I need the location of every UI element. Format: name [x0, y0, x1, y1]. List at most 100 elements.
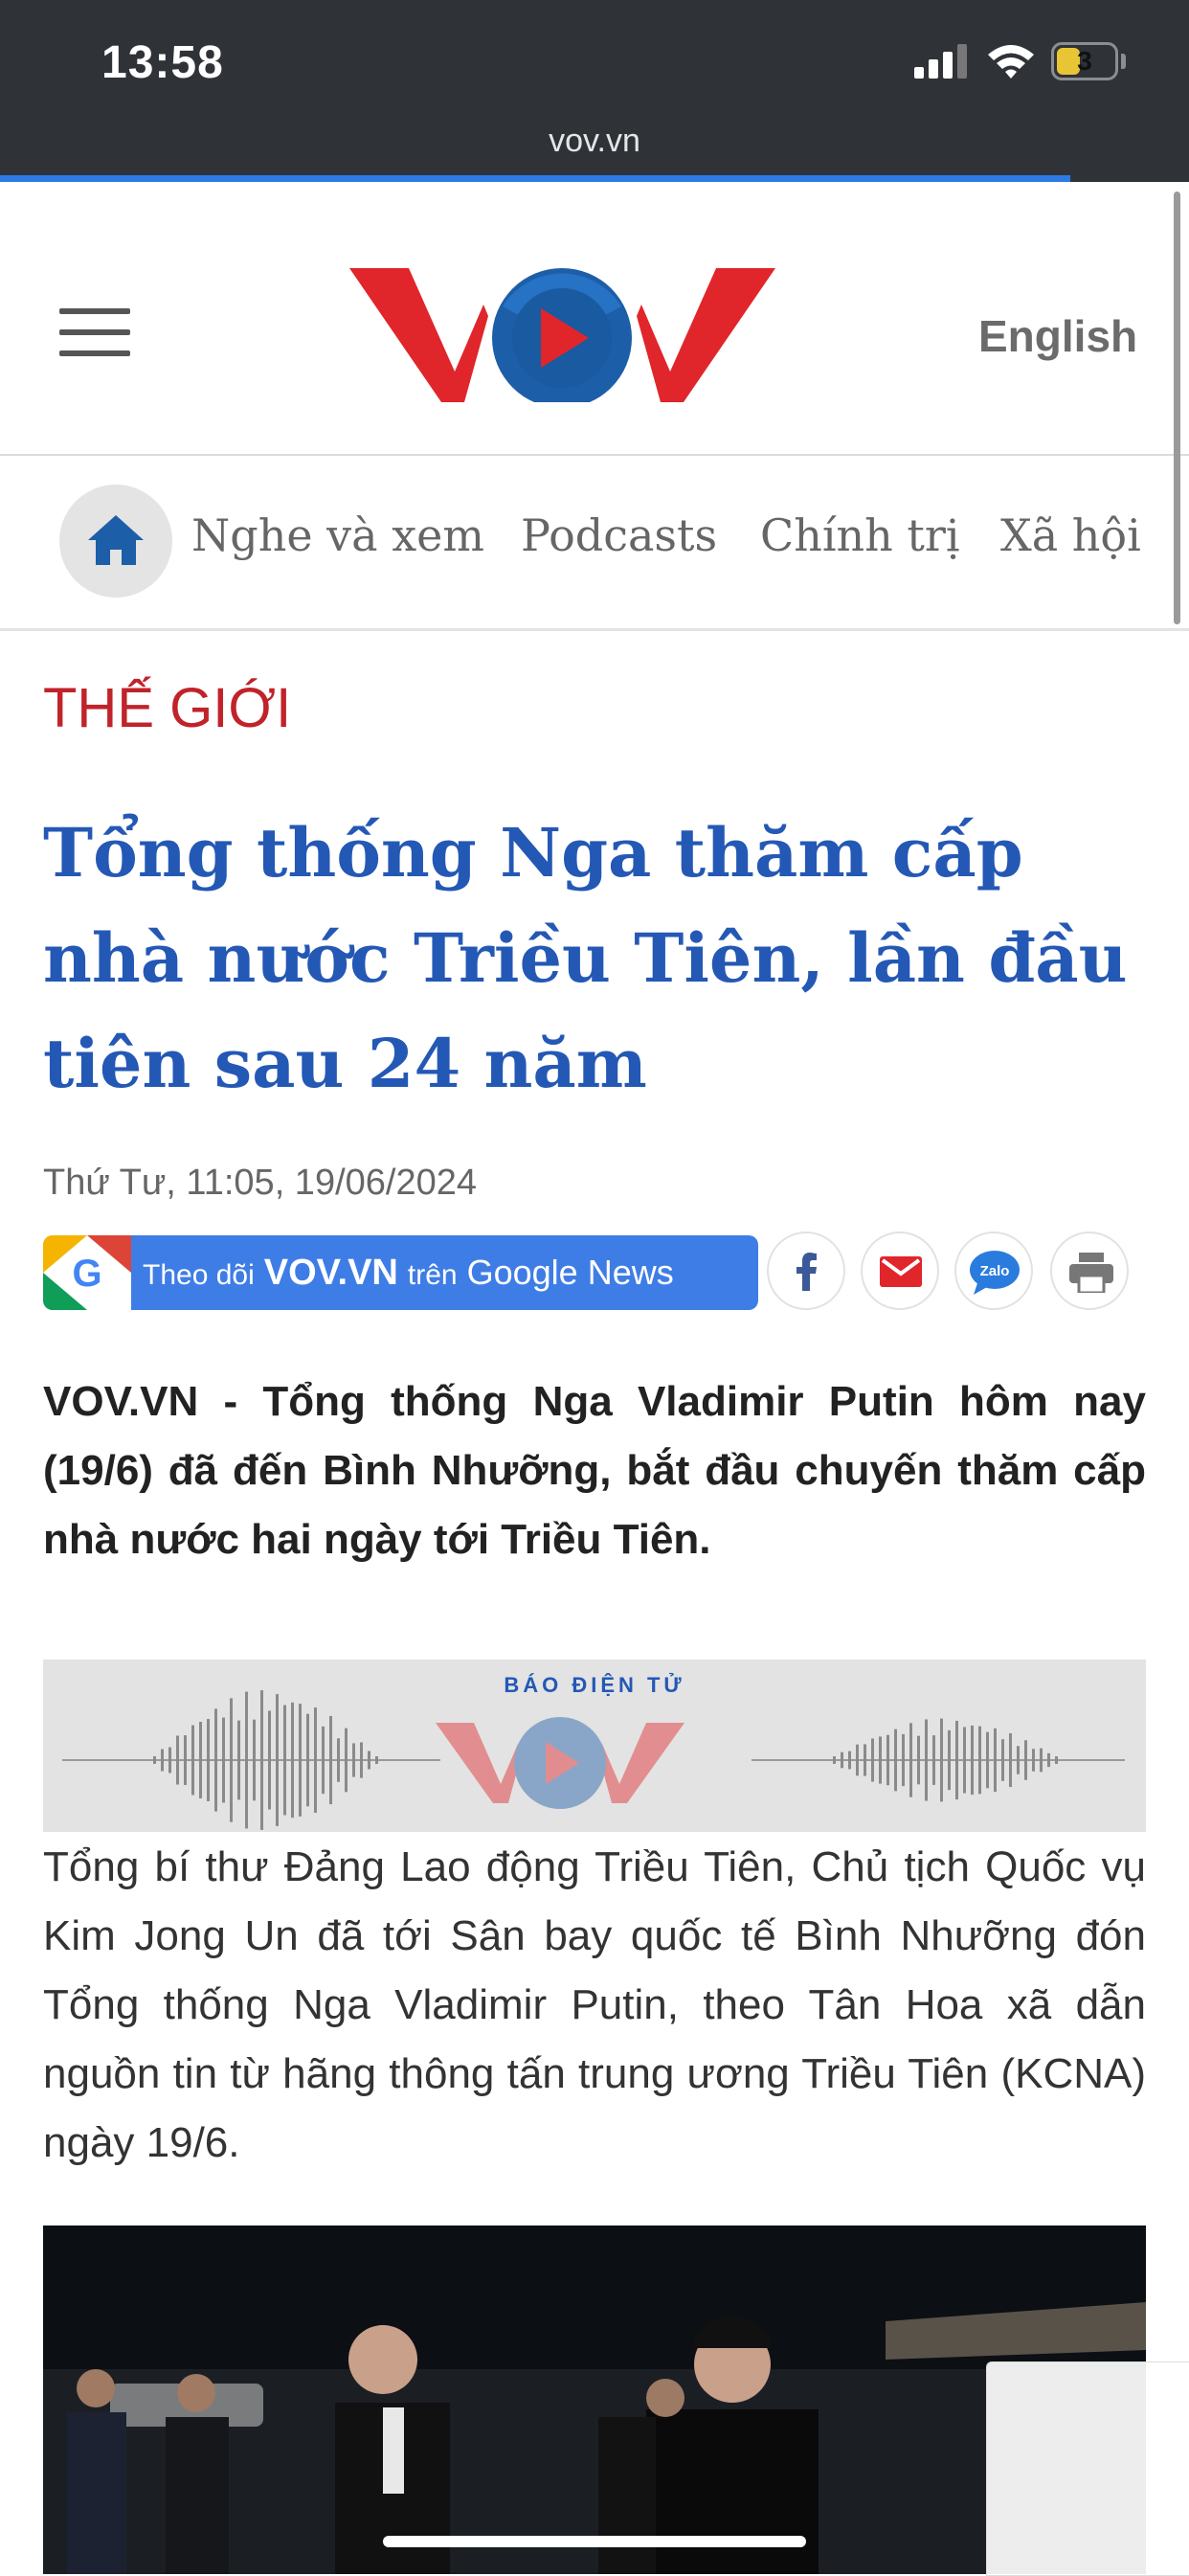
- waveform-bar: [207, 1719, 210, 1801]
- waveform-bar: [833, 1756, 836, 1764]
- home-indicator[interactable]: [383, 2536, 806, 2547]
- english-link[interactable]: English: [978, 310, 1137, 362]
- waveform-bar: [1017, 1746, 1020, 1774]
- waveform-bar: [986, 1731, 989, 1789]
- waveform-bar: [848, 1751, 851, 1770]
- waveform-bar: [902, 1733, 905, 1787]
- floating-side-panel[interactable]: [986, 2361, 1189, 2576]
- facebook-icon: [796, 1253, 817, 1291]
- nav-item-xa-hoi[interactable]: Xã hội: [1000, 509, 1141, 561]
- waveform-bar: [337, 1738, 340, 1782]
- waveform-bar: [176, 1735, 179, 1785]
- audio-banner-label: BÁO ĐIỆN TỬ: [504, 1673, 685, 1697]
- waveform-bar: [1032, 1749, 1035, 1772]
- waveform-bar: [253, 1719, 256, 1801]
- waveform-bar: [978, 1726, 981, 1795]
- print-icon: [1069, 1253, 1113, 1293]
- waveform-bar: [894, 1729, 897, 1792]
- category-nav: Nghe và xem Podcasts Chính trị Xã hội: [0, 456, 1189, 631]
- article-title: Tổng thống Nga thăm cấp nhà nước Triều T…: [43, 813, 1128, 1103]
- waveform-bar: [245, 1691, 248, 1829]
- site-header: English: [0, 182, 1189, 456]
- wifi-icon: [988, 45, 1034, 79]
- waveform-bar: [360, 1742, 363, 1778]
- waveform-bar: [955, 1720, 958, 1800]
- facebook-share-button[interactable]: [767, 1232, 845, 1310]
- scrollbar[interactable]: [1174, 192, 1180, 624]
- waveform-bar: [184, 1735, 187, 1785]
- mail-icon: [880, 1256, 922, 1287]
- google-news-label: Theo dõi VOV.VN trên Google News: [143, 1253, 674, 1293]
- waveform-bar: [168, 1747, 171, 1774]
- waveform-bar: [963, 1727, 966, 1794]
- status-time: 13:58: [101, 37, 224, 88]
- article-body-paragraph: Tổng bí thư Đảng Lao động Triều Tiên, Ch…: [43, 1843, 1146, 2166]
- waveform-bar: [276, 1694, 279, 1826]
- battery-level: 3: [1077, 46, 1092, 76]
- audio-player-banner[interactable]: BÁO ĐIỆN TỬ: [43, 1660, 1146, 1832]
- vov-logo[interactable]: [349, 268, 775, 402]
- zalo-share-button[interactable]: Zalo: [954, 1232, 1033, 1310]
- waveform-bar: [299, 1704, 302, 1817]
- nav-item-podcasts[interactable]: Podcasts: [521, 509, 717, 561]
- battery-icon: 3: [1051, 42, 1118, 80]
- waveform-bar: [1024, 1740, 1027, 1780]
- waveform-bar: [268, 1710, 271, 1810]
- menu-icon[interactable]: [59, 308, 130, 372]
- waveform-bar: [368, 1751, 370, 1770]
- article-photo[interactable]: [43, 2226, 1146, 2574]
- print-button[interactable]: [1050, 1232, 1129, 1310]
- google-news-icon: G: [43, 1235, 131, 1310]
- waveform-bar: [932, 1735, 935, 1785]
- waveform-bar: [222, 1717, 225, 1803]
- waveform-bar: [909, 1723, 912, 1797]
- photo-putin-kim-airport: [43, 2226, 1146, 2574]
- waveform-bar: [917, 1735, 920, 1785]
- waveform-bar: [1009, 1732, 1012, 1788]
- waveform-bar: [886, 1734, 889, 1786]
- waveform-bar: [1055, 1756, 1058, 1764]
- waveform-bar: [1001, 1739, 1004, 1781]
- waveform-bar: [214, 1708, 217, 1812]
- waveform-bar: [199, 1721, 202, 1799]
- waveform-bar: [994, 1728, 997, 1793]
- home-icon: [88, 515, 144, 565]
- waveform-bar: [260, 1690, 263, 1830]
- svg-text:Zalo: Zalo: [980, 1263, 1010, 1279]
- waveform-bar: [856, 1744, 859, 1776]
- waveform-bar: [291, 1702, 294, 1819]
- waveform-bar: [314, 1707, 317, 1813]
- waveform-bar: [161, 1749, 164, 1772]
- waveform-bar: [925, 1719, 928, 1801]
- waveform-bar: [1040, 1748, 1043, 1773]
- article-date: Thứ Tư, 11:05, 19/06/2024: [43, 1163, 477, 1203]
- address-bar[interactable]: vov.vn: [0, 123, 1189, 160]
- waveform-bar: [1047, 1752, 1050, 1768]
- svg-text:G: G: [72, 1253, 101, 1295]
- page-load-progress: [0, 175, 1070, 182]
- waveform-bar: [283, 1705, 286, 1816]
- waveform-bar: [322, 1726, 325, 1795]
- waveform-bar: [329, 1715, 332, 1805]
- nav-item-chinh-tri[interactable]: Chính trị: [760, 509, 960, 561]
- waveform-bar: [306, 1713, 309, 1807]
- status-bar: 13:58 3 vov.vn: [0, 0, 1189, 182]
- email-share-button[interactable]: [861, 1232, 939, 1310]
- article-lead: VOV.VN - Tổng thống Nga Vladimir Putin h…: [43, 1378, 1146, 1563]
- waveform-bar: [352, 1743, 355, 1777]
- cellular-signal-icon: [914, 44, 967, 79]
- waveform-bar: [345, 1728, 348, 1793]
- google-news-follow-button[interactable]: G Theo dõi VOV.VN trên Google News: [43, 1235, 758, 1310]
- waveform-bar: [237, 1720, 240, 1800]
- home-button[interactable]: [59, 485, 172, 598]
- nav-item-nghe-va-xem[interactable]: Nghe và xem: [191, 509, 484, 561]
- waveform-bar: [375, 1756, 378, 1764]
- waveform-bar: [153, 1756, 156, 1764]
- waveform-bar: [940, 1718, 943, 1802]
- waveform-bar: [971, 1725, 974, 1796]
- waveform-bar: [879, 1736, 882, 1784]
- waveform-bar: [864, 1744, 866, 1776]
- article-category[interactable]: THẾ GIỚI: [43, 676, 291, 740]
- waveform-bar: [948, 1729, 951, 1791]
- waveform-bar: [230, 1698, 233, 1822]
